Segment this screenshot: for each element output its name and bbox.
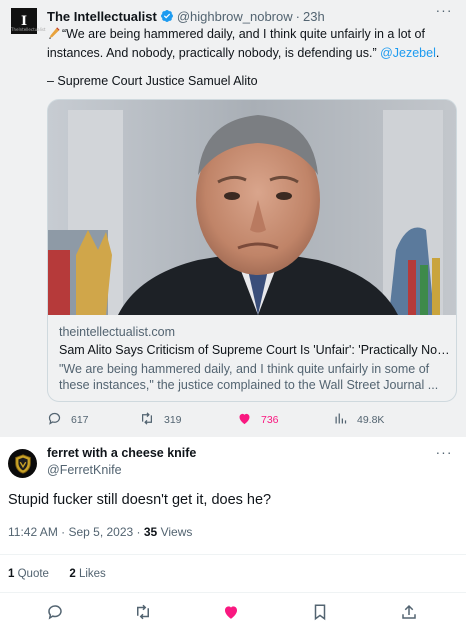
quoted-like-button[interactable]: 736 xyxy=(237,411,279,429)
reply-author-name[interactable]: ferret with a cheese knife xyxy=(47,446,196,460)
views-icon xyxy=(333,411,348,429)
quoted-author-name[interactable]: The Intellectualist xyxy=(47,9,157,24)
header-separator: · xyxy=(295,8,300,24)
likes-link[interactable]: 2 Likes xyxy=(69,568,105,580)
quoted-reply-button[interactable]: 617 xyxy=(47,411,89,429)
reply-handle[interactable]: @FerretKnife xyxy=(47,463,122,477)
heart-icon xyxy=(237,411,252,429)
reply-stats: 1 Quote 2 Likes xyxy=(8,568,106,580)
repost-button[interactable] xyxy=(133,604,153,624)
quotes-link[interactable]: 1 Quote xyxy=(8,568,49,580)
bookmark-button[interactable] xyxy=(310,604,330,624)
divider xyxy=(0,592,466,593)
pencil-icon xyxy=(47,27,60,45)
quote-label: Quote xyxy=(14,568,49,580)
quoted-signature: – Supreme Court Justice Samuel Alito xyxy=(47,74,258,88)
reply-icon xyxy=(46,603,64,626)
link-card[interactable]: theintellectualist.com Sam Alito Says Cr… xyxy=(47,99,457,402)
reply-text: Stupid fucker still doesn't get it, does… xyxy=(8,492,272,508)
share-icon xyxy=(400,603,418,626)
link-card-title[interactable]: Sam Alito Says Criticism of Supreme Cour… xyxy=(59,343,451,357)
reply-button[interactable] xyxy=(45,604,65,624)
quoted-header: The Intellectualist @highbrow_nobrow · 2… xyxy=(47,6,325,26)
quoted-text: “We are being hammered daily, and I thin… xyxy=(47,26,457,61)
avatar-monogram: I xyxy=(20,13,28,29)
reply-count: 617 xyxy=(71,414,89,426)
reply-time[interactable]: 11:42 AM · Sep 5, 2023 · xyxy=(8,525,144,539)
quoted-time[interactable]: 23h xyxy=(303,9,325,24)
quoted-repost-button[interactable]: 319 xyxy=(139,411,182,429)
repost-icon xyxy=(139,411,155,429)
reply-author-avatar[interactable] xyxy=(8,449,37,478)
quoted-text-end: . xyxy=(435,45,440,60)
divider xyxy=(0,554,466,555)
bookmark-icon xyxy=(312,603,328,626)
like-button[interactable] xyxy=(221,604,241,624)
mention-link[interactable]: @Jezebel xyxy=(380,46,436,60)
avatar-subtext: TheIntellectualist xyxy=(11,27,46,32)
views-count: 49.8K xyxy=(357,414,385,426)
more-icon[interactable]: ··· xyxy=(432,2,456,22)
reply-views-label: Views xyxy=(157,525,193,539)
quoted-handle[interactable]: @highbrow_nobrow xyxy=(177,9,293,24)
verified-icon xyxy=(160,9,174,23)
reply-more-icon[interactable]: ··· xyxy=(432,444,456,464)
repost-icon xyxy=(133,603,153,626)
link-card-domain[interactable]: theintellectualist.com xyxy=(59,325,175,339)
heart-icon xyxy=(222,603,240,626)
quoted-text-body: “We are being hammered daily, and I thin… xyxy=(47,27,425,60)
repost-count: 319 xyxy=(164,414,182,426)
like-label: Likes xyxy=(75,568,106,580)
like-count: 736 xyxy=(261,414,279,426)
quoted-tweet[interactable]: I TheIntellectualist The Intellectualist… xyxy=(0,0,466,437)
reply-icon xyxy=(47,411,62,429)
link-card-description: "We are being hammered daily, and I thin… xyxy=(59,362,439,392)
quoted-author-avatar[interactable]: I TheIntellectualist xyxy=(11,8,46,34)
reply-views-count: 35 xyxy=(143,525,158,539)
share-button[interactable] xyxy=(399,604,419,624)
reply-timestamp: 11:42 AM · Sep 5, 2023 · 35 Views xyxy=(8,525,192,539)
quoted-views-button[interactable]: 49.8K xyxy=(333,411,384,429)
quoted-action-bar: 617 319 736 49.8K xyxy=(47,411,457,429)
reply-action-bar xyxy=(0,600,466,628)
link-card-image[interactable] xyxy=(48,100,456,315)
